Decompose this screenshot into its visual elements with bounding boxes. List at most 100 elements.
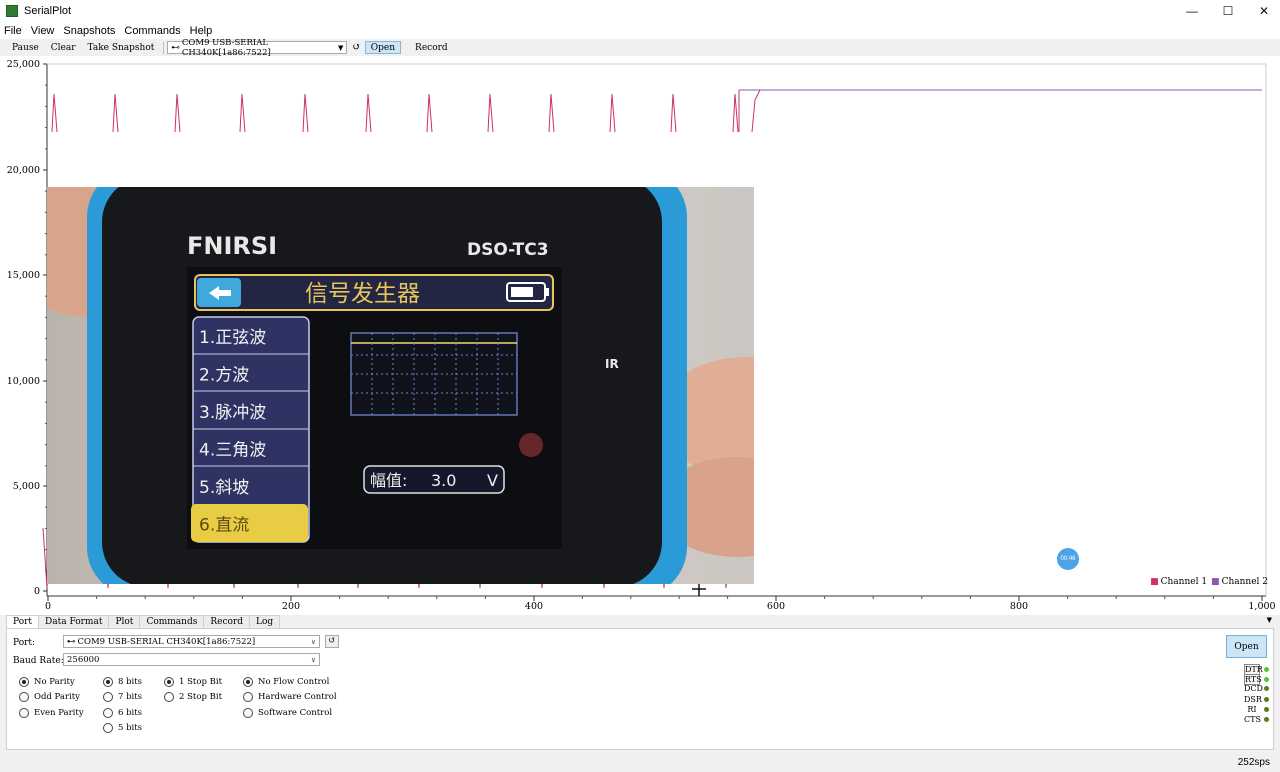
radio-8-bits[interactable]: 8 bits — [103, 677, 142, 687]
tab-log[interactable]: Log — [248, 615, 281, 628]
usb-icon: ⊷ — [171, 42, 180, 53]
radio-6-bits[interactable]: 6 bits — [103, 708, 142, 718]
radio-dot — [19, 708, 29, 718]
radio-odd-parity[interactable]: Odd Parity — [19, 692, 80, 702]
pin-status-list: DTR RTS DCD DSR RI CTS — [1237, 664, 1269, 744]
minimize-button[interactable]: — — [1174, 0, 1210, 22]
radio-7-bits[interactable]: 7 bits — [103, 692, 142, 702]
toolbar: Pause Clear Take Snapshot ⊷ COM9 USB-SER… — [0, 38, 1280, 58]
radio-dot — [103, 677, 113, 687]
device-model: DSO-TC3 — [467, 240, 549, 260]
radio-no-flow-control[interactable]: No Flow Control — [243, 677, 329, 687]
pin-label: DCD — [1244, 684, 1263, 694]
y-tick-label: 0 — [34, 586, 40, 597]
recording-timer-badge[interactable]: 00:46 — [1057, 548, 1079, 570]
tab-commands[interactable]: Commands — [139, 615, 205, 628]
device-amp-value: 3.0 — [431, 471, 456, 490]
device-amp-unit: V — [487, 471, 498, 490]
y-tick-label: 5,000 — [13, 481, 40, 492]
pin-led-icon — [1264, 677, 1269, 683]
y-tick-label: 15,000 — [7, 270, 40, 281]
x-tick-label: 600 — [767, 601, 785, 612]
pin-ri: RI — [1244, 705, 1269, 714]
pin-led-icon — [1264, 706, 1269, 712]
pin-led-icon — [1264, 667, 1269, 672]
radio-dot — [19, 692, 29, 702]
legend-label-channel-1: Channel 1 — [1160, 577, 1208, 587]
refresh-ports-button[interactable]: ↺ — [325, 635, 339, 648]
legend-swatch-channel-2: ■ — [1211, 577, 1220, 587]
take-snapshot-button[interactable]: Take Snapshot — [82, 43, 161, 53]
device-menu-item: 1.正弦波 — [199, 328, 266, 348]
pin-label: RI — [1247, 704, 1257, 714]
menu-commands[interactable]: Commands — [124, 25, 180, 37]
radio-dot — [103, 723, 113, 733]
radio-label: Even Parity — [34, 708, 84, 718]
pin-dcd: DCD — [1244, 684, 1269, 693]
tab-plot[interactable]: Plot — [108, 615, 141, 628]
device-ir-label: IR — [605, 357, 619, 371]
radio-dot — [243, 677, 253, 687]
sample-rate-status: 252sps — [1237, 757, 1270, 768]
y-ticks: 25,000 20,000 15,000 10,000 5,000 0 — [7, 59, 47, 597]
maximize-button[interactable]: ☐ — [1210, 0, 1246, 22]
menu-file[interactable]: File — [4, 25, 22, 37]
device-photo-overlay: FNIRSI DSO-TC3 IR 信号发生器 1.正弦波 2.方波 3.脉冲波 4.… — [47, 187, 754, 584]
chevron-down-icon: ∨ — [310, 637, 316, 646]
menu-snapshots[interactable]: Snapshots — [63, 25, 115, 37]
legend: ■ Channel 1 ■ Channel 2 — [1150, 577, 1268, 587]
radio-dot — [164, 692, 174, 702]
device-screen-title: 信号发生器 — [305, 281, 420, 307]
radio-2-stop-bit[interactable]: 2 Stop Bit — [164, 692, 222, 702]
radio-dot — [103, 708, 113, 718]
radio-5-bits[interactable]: 5 bits — [103, 723, 142, 733]
pin-led-icon — [1264, 717, 1269, 722]
radio-label: Software Control — [258, 708, 333, 718]
plot-area[interactable]: 25,000 20,000 15,000 10,000 5,000 0 0 200 400 60… — [0, 56, 1280, 615]
radio-1-stop-bit[interactable]: 1 Stop Bit — [164, 677, 222, 687]
baud-rate-value: 256000 — [67, 654, 100, 665]
radio-even-parity[interactable]: Even Parity — [19, 708, 84, 718]
settings-panel: Port Data Format Plot Commands Record Lo… — [0, 615, 1280, 756]
clear-button[interactable]: Clear — [45, 43, 82, 53]
radio-label: Hardware Control — [258, 692, 337, 702]
port-select[interactable]: ⊷ COM9 USB-SERIAL CH340K[1a86:7522] ▼ — [167, 38, 348, 58]
chevron-down-icon: ∨ — [310, 655, 316, 664]
y-tick-label: 25,000 — [7, 59, 40, 70]
baud-rate-combobox[interactable]: 256000 ∨ — [63, 653, 320, 666]
refresh-icon[interactable]: ↺ — [352, 42, 360, 53]
x-tick-label: 0 — [45, 601, 51, 612]
channel-1-rise — [739, 89, 761, 133]
x-tick-label: 1,000 — [1248, 601, 1275, 612]
radio-label: No Parity — [34, 677, 75, 687]
panel-collapse-icon[interactable]: ▼ — [1267, 616, 1272, 624]
channel-1-peak — [670, 93, 677, 133]
tab-port[interactable]: Port — [6, 615, 40, 628]
radio-dot — [243, 692, 253, 702]
menu-help[interactable]: Help — [190, 25, 213, 37]
menu-view[interactable]: View — [31, 25, 55, 37]
radio-label: 2 Stop Bit — [179, 692, 222, 702]
window-title: SerialPlot — [24, 5, 72, 17]
tab-record[interactable]: Record — [203, 615, 250, 628]
toolbar-separator — [163, 41, 165, 54]
radio-hardware-control[interactable]: Hardware Control — [243, 692, 337, 702]
record-button[interactable]: Record — [409, 43, 454, 53]
radio-dot — [103, 692, 113, 702]
channel-1-peak — [487, 93, 494, 133]
port-combobox[interactable]: ⊷ COM9 USB-SERIAL CH340K[1a86:7522] ∨ — [63, 635, 320, 648]
x-ticks: 0 200 400 600 800 1,000 — [45, 596, 1276, 612]
close-button[interactable]: ✕ — [1246, 0, 1280, 22]
channel-1-peak — [426, 93, 433, 133]
pause-button[interactable]: Pause — [6, 43, 45, 53]
open-port-button[interactable]: Open — [364, 41, 402, 54]
radio-software-control[interactable]: Software Control — [243, 708, 332, 718]
radio-label: Odd Parity — [34, 692, 80, 702]
radio-label: No Flow Control — [258, 677, 330, 687]
pin-cts: CTS — [1244, 715, 1269, 724]
radio-no-parity[interactable]: No Parity — [19, 677, 75, 687]
open-button[interactable]: Open — [1226, 635, 1267, 658]
x-tick-label: 200 — [282, 601, 300, 612]
port-select-value: COM9 USB-SERIAL CH340K[1a86:7522] — [181, 37, 271, 58]
tab-data-format[interactable]: Data Format — [38, 615, 110, 628]
